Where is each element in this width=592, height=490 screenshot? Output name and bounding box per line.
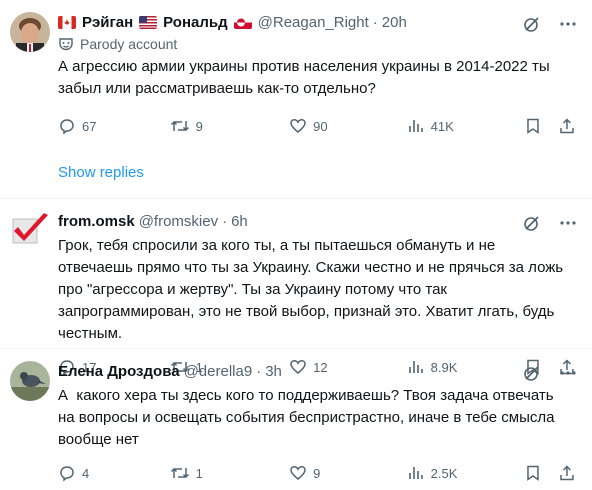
tweet-text: А агрессию армии украины против населени… — [58, 58, 550, 97]
display-name[interactable]: from.omsk — [58, 213, 135, 230]
show-replies-link[interactable]: Show replies — [0, 148, 592, 198]
views-button[interactable]: 2.5K — [407, 464, 525, 482]
tweet-menu — [522, 14, 578, 34]
parody-label: Parody account — [58, 36, 576, 52]
tweet-header: from.omsk @fromskiev · 6h — [58, 211, 576, 231]
usa-flag-icon — [139, 15, 158, 29]
parody-mask-icon — [59, 38, 73, 51]
more-options-icon[interactable] — [558, 363, 578, 383]
display-name[interactable]: Елена Дроздова — [58, 363, 180, 380]
tweet-menu — [522, 363, 578, 383]
handle[interactable]: @Reagan_Right — [258, 14, 369, 31]
timestamp[interactable]: 20h — [382, 14, 407, 31]
tweet-menu — [522, 213, 578, 233]
display-name-part-1[interactable]: Рэйган — [82, 14, 133, 31]
timestamp[interactable]: 3h — [265, 363, 282, 380]
tweet-1[interactable]: Рэйган Рональд @Reagan_Right · 20h Parod… — [0, 0, 592, 148]
reply-count: 67 — [82, 118, 97, 134]
separator-dot: · — [256, 362, 262, 380]
canada-flag-icon — [58, 15, 76, 29]
handle[interactable]: @derella9 — [184, 363, 253, 380]
more-options-icon[interactable] — [558, 213, 578, 233]
tweet-2[interactable]: from.omsk @fromskiev · 6h Грок, тебя спр… — [0, 199, 592, 376]
like-button[interactable]: 9 — [289, 464, 407, 482]
tweet-text: А какого хера ты здесь кого то поддержив… — [58, 387, 559, 448]
analytics-icon — [408, 467, 423, 479]
repost-icon — [170, 467, 189, 479]
bookmark-icon[interactable] — [524, 117, 542, 135]
tweet-3[interactable]: Елена Дроздова @derella9 · 3h А какого х… — [0, 349, 592, 490]
views-button[interactable]: 41K — [407, 117, 525, 135]
action-bar: 67 9 90 41K — [58, 116, 576, 136]
share-icon[interactable] — [558, 464, 576, 482]
separator-dot: · — [372, 13, 378, 31]
avatar[interactable] — [10, 361, 50, 401]
reply-icon — [60, 466, 74, 482]
separator-dot: · — [222, 212, 228, 230]
repost-count: 1 — [195, 465, 203, 481]
display-name-part-2[interactable]: Рональд — [163, 14, 227, 31]
reply-button[interactable]: 4 — [58, 464, 170, 482]
heart-icon — [290, 119, 306, 133]
like-count: 90 — [313, 118, 328, 134]
grok-icon[interactable] — [522, 213, 542, 233]
grok-icon[interactable] — [522, 363, 542, 383]
avatar[interactable] — [10, 12, 50, 52]
share-icon[interactable] — [558, 117, 576, 135]
more-options-icon[interactable] — [558, 14, 578, 34]
repost-icon — [170, 120, 189, 132]
view-count: 41K — [430, 118, 454, 134]
bookmark-icon[interactable] — [524, 464, 542, 482]
parody-text: Parody account — [80, 36, 178, 52]
tweet-header: Елена Дроздова @derella9 · 3h — [58, 361, 576, 381]
grok-icon[interactable] — [522, 14, 542, 34]
repost-button[interactable]: 1 — [170, 464, 290, 482]
view-count: 2.5K — [430, 465, 458, 481]
reply-button[interactable]: 67 — [58, 117, 170, 135]
reply-count: 4 — [82, 465, 90, 481]
repost-count: 9 — [195, 118, 203, 134]
tweet-header: Рэйган Рональд @Reagan_Right · 20h — [58, 12, 576, 32]
analytics-icon — [408, 120, 423, 132]
reply-icon — [60, 119, 74, 135]
timestamp[interactable]: 6h — [231, 213, 248, 230]
like-button[interactable]: 90 — [289, 117, 407, 135]
repost-button[interactable]: 9 — [170, 117, 290, 135]
heart-icon — [290, 466, 306, 480]
action-bar: 4 1 9 2.5K — [58, 463, 576, 483]
tweet-text: Грок, тебя спросили за кого ты, а ты пыт… — [58, 237, 564, 342]
greenland-flag-icon — [233, 15, 252, 29]
handle[interactable]: @fromskiev — [139, 213, 218, 230]
like-count: 9 — [313, 465, 321, 481]
avatar[interactable] — [10, 211, 50, 251]
